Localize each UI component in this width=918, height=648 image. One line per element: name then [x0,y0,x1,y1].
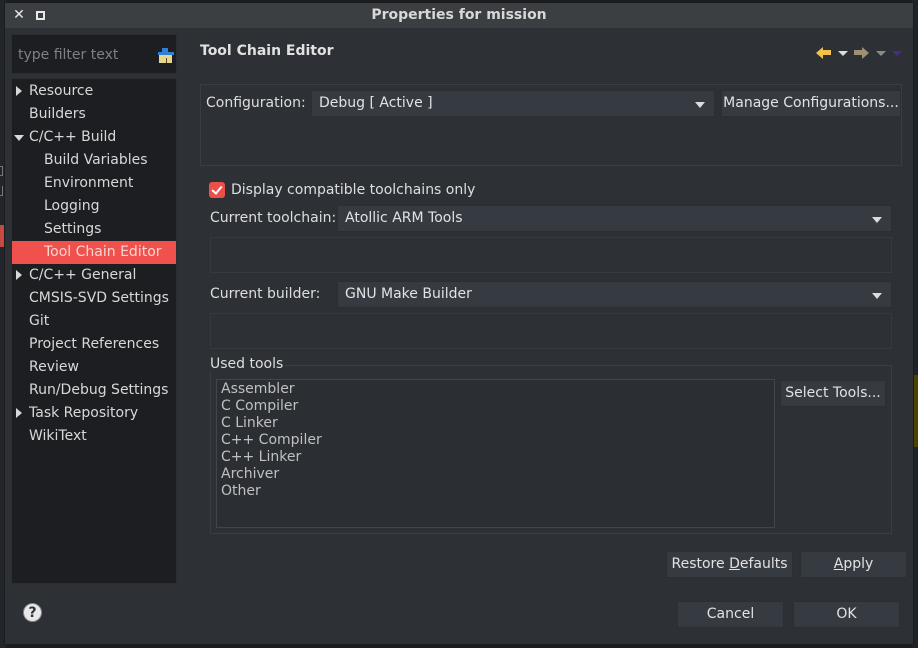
ok-button[interactable]: OK [793,601,900,628]
clear-filter-icon[interactable] [158,48,174,64]
used-tool-item[interactable]: C++ Linker [221,449,301,466]
tree-item-task-repository[interactable]: Task Repository [12,402,176,425]
tree-item-label: C/C++ General [29,267,137,283]
select-tools-button[interactable]: Select Tools... [780,380,886,407]
tree-item-label: Run/Debug Settings [29,382,169,398]
tree-item-environment[interactable]: Environment [12,172,176,195]
expand-arrow-icon[interactable] [16,408,22,418]
tree-item-tool-chain-editor[interactable]: Tool Chain Editor [12,241,176,264]
back-arrow-icon[interactable] [816,47,831,59]
tree-item-label: Tool Chain Editor [44,244,162,260]
tree-item-label: Environment [44,175,134,191]
configuration-select[interactable]: Debug [ Active ] [311,90,715,117]
display-compatible-label[interactable]: Display compatible toolchains only [231,182,475,198]
tree-item-git[interactable]: Git [12,310,176,333]
tree-item-label: WikiText [29,428,87,444]
tree-item-wikitext[interactable]: WikiText [12,425,176,448]
apply-label: pply [843,556,874,572]
tree-item-project-references[interactable]: Project References [12,333,176,356]
current-builder-label: Current builder: [210,286,321,302]
forward-arrow-icon[interactable] [854,47,869,59]
apply-mnemonic: A [833,556,844,572]
tree-item-label: Builders [29,106,86,122]
current-toolchain-select[interactable]: Atollic ARM Tools [337,205,892,232]
background-glyph [0,166,3,176]
used-tools-label: Used tools [210,356,286,372]
current-toolchain-label: Current toolchain: [210,210,337,226]
used-tool-item[interactable]: Archiver [221,466,279,483]
tree-item-label: Review [29,359,79,375]
used-tool-item[interactable]: Other [221,483,261,500]
expand-arrow-icon[interactable] [16,86,22,96]
current-toolchain-value: Atollic ARM Tools [345,210,463,226]
cancel-button[interactable]: Cancel [677,601,784,628]
chevron-down-icon [872,293,882,299]
tree-item-build-variables[interactable]: Build Variables [12,149,176,172]
back-history-dropdown-icon[interactable] [838,51,848,56]
tree-item-c-c-build[interactable]: C/C++ Build [12,126,176,149]
tree-item-label: Task Repository [29,405,139,421]
tree-item-label: C/C++ Build [29,129,117,145]
title-bar: ✕ Properties for mission [5,3,913,28]
help-icon[interactable]: ? [23,603,42,622]
chevron-down-icon [695,102,705,108]
manage-configurations-button[interactable]: Manage Configurations... [721,90,901,117]
filter-input[interactable] [18,44,146,66]
used-tool-item[interactable]: C++ Compiler [221,432,322,449]
tree-item-label: Settings [44,221,102,237]
used-tool-item[interactable]: Assembler [221,381,295,398]
tree-item-cmsis-svd-settings[interactable]: CMSIS-SVD Settings [12,287,176,310]
window-title: Properties for mission [371,7,547,23]
configuration-value: Debug [ Active ] [319,95,433,111]
view-menu-icon[interactable] [892,51,902,56]
tree-item-settings[interactable]: Settings [12,218,176,241]
restore-defaults-mnemonic: D [729,556,740,572]
tree-item-label: Logging [44,198,100,214]
background-glyph [0,186,3,196]
tree-item-builders[interactable]: Builders [12,103,176,126]
used-tool-item[interactable]: C Compiler [221,398,298,415]
tree-item-resource[interactable]: Resource [12,80,176,103]
tree-item-label: Project References [29,336,160,352]
configuration-label: Configuration: [206,95,306,111]
tree-item-label: Build Variables [44,152,148,168]
tree-item-label: Git [29,313,50,329]
filter-box [11,34,177,74]
expand-arrow-icon[interactable] [16,270,22,280]
page-title: Tool Chain Editor [200,43,334,59]
tree-item-label: CMSIS-SVD Settings [29,290,169,306]
forward-history-dropdown-icon[interactable] [876,51,886,56]
builder-description [210,313,892,349]
apply-button[interactable]: Apply [800,551,907,578]
current-builder-value: GNU Make Builder [345,286,472,302]
restore-defaults-label: Restore [671,556,730,572]
collapse-arrow-icon[interactable] [14,135,24,141]
used-tools-list[interactable]: Assembler C Compiler C Linker C++ Compiler C… [216,379,775,528]
tree-item-run-debug-settings[interactable]: Run/Debug Settings [12,379,176,402]
tree-item-logging[interactable]: Logging [12,195,176,218]
tree-item-c-c-general[interactable]: C/C++ General [12,264,176,287]
property-page-tree: Resource Builders C/C++ Build Build Variabl… [11,78,177,584]
tree-item-review[interactable]: Review [12,356,176,379]
tree-item-label: Resource [29,83,94,99]
used-tool-item[interactable]: C Linker [221,415,278,432]
toolchain-description [210,237,892,273]
restore-defaults-label-rest: efaults [739,556,788,572]
navigation-toolbar [816,45,906,61]
current-builder-select[interactable]: GNU Make Builder [337,281,892,308]
display-compatible-checkbox[interactable] [209,182,225,198]
restore-defaults-button[interactable]: Restore Defaults [666,551,793,578]
chevron-down-icon [872,217,882,223]
